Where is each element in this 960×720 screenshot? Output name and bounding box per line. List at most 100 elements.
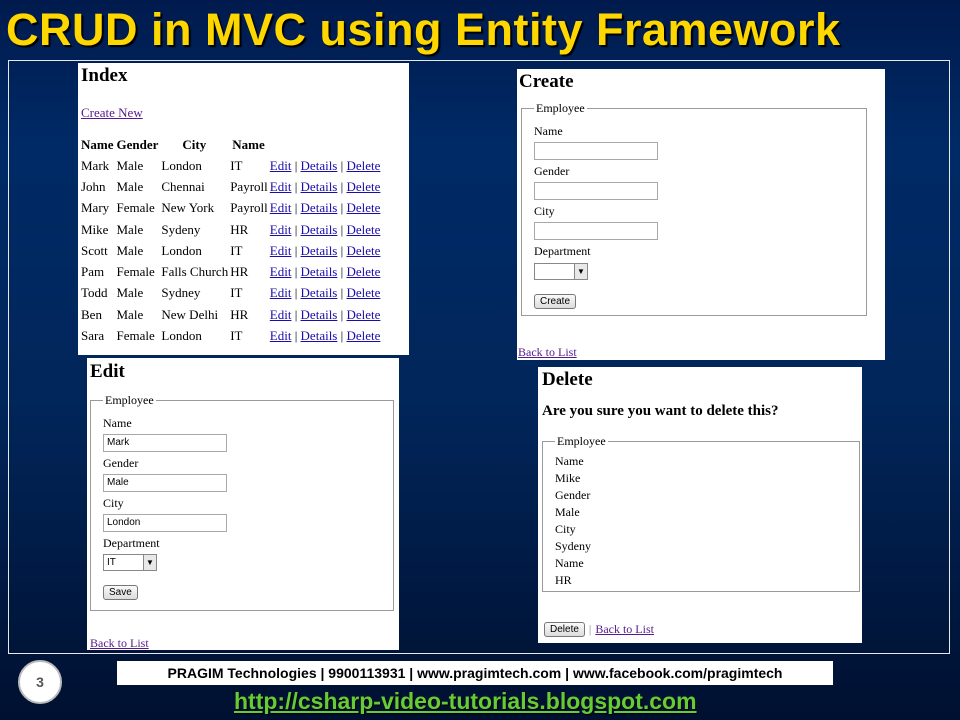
gender-label: Gender bbox=[534, 164, 570, 178]
create-new-link[interactable]: Create New bbox=[81, 105, 143, 121]
cell-gender: Female bbox=[116, 200, 155, 216]
delete-link[interactable]: Delete bbox=[346, 264, 380, 279]
details-link[interactable]: Details bbox=[301, 179, 338, 194]
separator: | bbox=[294, 200, 298, 216]
cell-name: Scott bbox=[81, 242, 108, 258]
cell-city: Chennai bbox=[161, 178, 205, 194]
cell-city: London bbox=[161, 242, 202, 258]
edit-link[interactable]: Edit bbox=[270, 307, 292, 322]
delete-button[interactable]: Delete bbox=[544, 622, 585, 637]
department-label: Department bbox=[103, 536, 160, 550]
table-row: Pam Female Falls Church HR Edit | Details | … bbox=[81, 261, 382, 282]
row-actions: Edit | Details | Delete bbox=[270, 283, 383, 304]
cell-name: Todd bbox=[81, 285, 108, 301]
name-label: Name bbox=[103, 416, 132, 430]
create-button[interactable]: Create bbox=[534, 293, 577, 309]
cell-gender: Male bbox=[116, 157, 144, 173]
name-input[interactable] bbox=[534, 142, 658, 160]
edit-link[interactable]: Edit bbox=[270, 328, 292, 343]
detail-label: City bbox=[555, 522, 576, 536]
table-header-row: Name Gender City Name bbox=[81, 135, 382, 155]
delete-link[interactable]: Delete bbox=[346, 243, 380, 258]
slide-title: CRUD in MVC using Entity Framework bbox=[6, 4, 841, 55]
edit-link[interactable]: Edit bbox=[270, 200, 292, 215]
table-row: Mary Female New York Payroll Edit | Details … bbox=[81, 198, 382, 219]
separator: | bbox=[340, 306, 344, 322]
detail-label: Gender bbox=[555, 488, 591, 502]
delete-link[interactable]: Delete bbox=[346, 200, 380, 215]
cell-name: Ben bbox=[81, 306, 102, 322]
delete-link[interactable]: Delete bbox=[346, 307, 380, 322]
create-panel: Create Employee Name Gender City Departm… bbox=[517, 69, 885, 360]
separator: | bbox=[588, 622, 592, 636]
separator: | bbox=[294, 328, 298, 344]
delete-link[interactable]: Delete bbox=[346, 328, 380, 343]
fieldset-legend: Employee bbox=[536, 101, 585, 115]
name-label: Name bbox=[534, 124, 563, 138]
details-link[interactable]: Details bbox=[301, 200, 338, 215]
edit-link[interactable]: Edit bbox=[270, 222, 292, 237]
detail-label: Name bbox=[555, 454, 584, 468]
gender-input[interactable]: Male bbox=[103, 474, 227, 492]
employee-fieldset: Employee Name Mike Gender Male City Syde… bbox=[542, 434, 860, 592]
details-link[interactable]: Details bbox=[301, 222, 338, 237]
separator: | bbox=[294, 264, 298, 280]
column-header: Name bbox=[232, 137, 265, 152]
details-link[interactable]: Details bbox=[301, 158, 338, 173]
delete-link[interactable]: Delete bbox=[346, 285, 380, 300]
edit-link[interactable]: Edit bbox=[270, 243, 292, 258]
cell-department: Payroll bbox=[230, 200, 268, 216]
cell-department: IT bbox=[230, 157, 243, 173]
back-to-list-link[interactable]: Back to List bbox=[90, 636, 149, 651]
edit-link[interactable]: Edit bbox=[270, 264, 292, 279]
city-input[interactable] bbox=[534, 222, 658, 240]
details-link[interactable]: Details bbox=[301, 285, 338, 300]
cell-gender: Male bbox=[116, 285, 144, 301]
row-actions: Edit | Details | Delete bbox=[270, 155, 383, 176]
footer-contact: PRAGIM Technologies | 9900113931 | www.p… bbox=[117, 661, 833, 685]
gender-label: Gender bbox=[103, 456, 139, 470]
details-link[interactable]: Details bbox=[301, 243, 338, 258]
edit-link[interactable]: Edit bbox=[270, 158, 292, 173]
row-actions: Edit | Details | Delete bbox=[270, 325, 383, 346]
edit-title: Edit bbox=[90, 361, 125, 382]
delete-link[interactable]: Delete bbox=[346, 222, 380, 237]
edit-link[interactable]: Edit bbox=[270, 179, 292, 194]
delete-link[interactable]: Delete bbox=[346, 158, 380, 173]
cell-city: London bbox=[161, 157, 202, 173]
table-row: Ben Male New Delhi HR Edit | Details | Delet… bbox=[81, 304, 382, 325]
city-label: City bbox=[534, 204, 555, 218]
department-select[interactable]: ▼ bbox=[534, 262, 588, 280]
cell-gender: Male bbox=[116, 306, 144, 322]
details-link[interactable]: Details bbox=[301, 264, 338, 279]
dropdown-arrow-icon[interactable]: ▼ bbox=[143, 555, 156, 570]
department-label: Department bbox=[534, 244, 591, 258]
cell-city: New York bbox=[161, 200, 215, 216]
gender-input[interactable] bbox=[534, 182, 658, 200]
table-row: John Male Chennai Payroll Edit | Details | D… bbox=[81, 176, 382, 197]
city-label: City bbox=[103, 496, 124, 510]
edit-link[interactable]: Edit bbox=[270, 285, 292, 300]
column-header: Name bbox=[81, 137, 114, 152]
detail-value: HR bbox=[555, 573, 572, 587]
back-to-list-link[interactable]: Back to List bbox=[518, 345, 577, 360]
details-link[interactable]: Details bbox=[301, 307, 338, 322]
city-input[interactable]: London bbox=[103, 514, 227, 532]
cell-city: London bbox=[161, 328, 202, 344]
detail-label: Name bbox=[555, 556, 584, 570]
name-input[interactable]: Mark bbox=[103, 434, 227, 452]
department-select[interactable]: IT ▼ bbox=[103, 554, 157, 571]
separator: | bbox=[340, 200, 344, 216]
dropdown-arrow-icon[interactable]: ▼ bbox=[574, 263, 587, 279]
footer-url-link[interactable]: http://csharp-video-tutorials.blogspot.c… bbox=[234, 688, 697, 715]
back-to-list-link[interactable]: Back to List bbox=[595, 622, 654, 637]
save-button[interactable]: Save bbox=[103, 585, 138, 600]
separator: | bbox=[340, 264, 344, 280]
details-link[interactable]: Details bbox=[301, 328, 338, 343]
cell-name: Mary bbox=[81, 200, 110, 216]
page-number-badge: 3 bbox=[18, 660, 62, 704]
cell-name: Sara bbox=[81, 328, 105, 344]
cell-gender: Male bbox=[116, 178, 144, 194]
delete-link[interactable]: Delete bbox=[346, 179, 380, 194]
separator: | bbox=[340, 328, 344, 344]
